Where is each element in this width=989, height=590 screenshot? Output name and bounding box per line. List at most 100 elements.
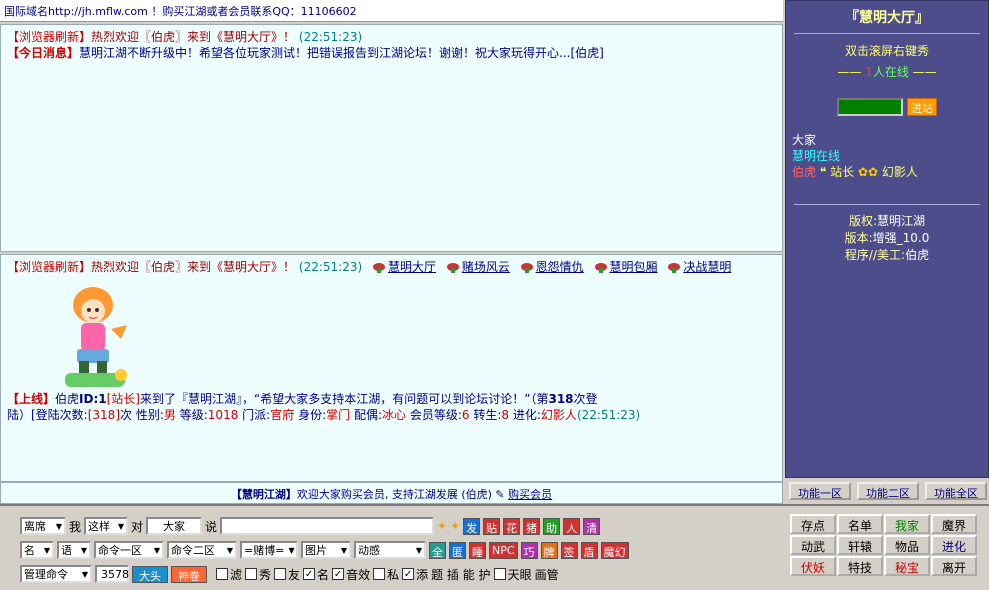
card-button[interactable]: 牌	[540, 541, 558, 559]
user-list-item-online[interactable]: 慧明在线	[792, 148, 988, 164]
mode-select[interactable]: 离席 ▼	[20, 517, 66, 535]
room-link-feud[interactable]: 恩怨情仇	[536, 260, 584, 274]
message-input[interactable]	[220, 517, 435, 535]
chat-text: 来到了	[139, 392, 176, 406]
chat-text: 来到《慧明大厅》！	[187, 30, 296, 44]
public-chat-pane[interactable]: 【浏览器刷新】热烈欢迎〖伯虎〗来到《慧明大厅》！ (22:51:23) 【今日消…	[0, 24, 783, 252]
detail-value: 冰心	[382, 408, 407, 422]
announce-text: 欢迎大家购买会员, 支持江湖发展 (伯虎)	[296, 488, 492, 501]
send-button[interactable]: 发	[463, 517, 481, 535]
login-count: 318	[548, 392, 574, 406]
go-button[interactable]: 进站	[907, 98, 937, 116]
magic-button[interactable]: 魔幻	[600, 541, 629, 559]
demon-realm-button[interactable]: 魔界	[931, 514, 977, 534]
user-list-item-everyone[interactable]: 大家	[792, 132, 988, 148]
fight-button[interactable]: 动武	[790, 535, 836, 555]
big-head-button[interactable]: 大头	[132, 565, 168, 583]
room-link-casino[interactable]: 赌场风云	[462, 260, 510, 274]
buy-vip-link[interactable]: 购买会员	[508, 488, 552, 501]
all-button[interactable]: 全	[429, 541, 446, 559]
user-list: 大家 慧明在线 伯虎 ❝ 站长 ✿✿ 幻影人	[786, 132, 988, 180]
paste-button[interactable]: 贴	[483, 517, 501, 535]
my-home-button[interactable]: 我家	[884, 514, 930, 534]
flower-button[interactable]: 花	[503, 517, 521, 535]
command2-select[interactable]: 命令二区 ▼	[167, 541, 237, 559]
help-button[interactable]: 助	[543, 517, 561, 535]
command-grid: 存点 名单 我家 魔界 动武 轩辕 物品 进化 伏妖 特技 秘宝 离开	[785, 504, 989, 590]
sleep-button[interactable]: 睡	[469, 541, 486, 559]
login-quote: ，“希望大家多支持本江湖，有问题可以到论坛讨论！”	[242, 392, 531, 406]
room-input[interactable]	[837, 98, 903, 116]
detail-label: 进化:	[512, 408, 541, 422]
user-name[interactable]: 伯虎	[55, 392, 79, 406]
image-select[interactable]: 图片 ▼	[301, 541, 351, 559]
pig-button[interactable]: 猪	[523, 517, 541, 535]
copyright-value: 慧明江湖	[877, 214, 926, 228]
room-chat-pane[interactable]: 【浏览器刷新】热烈欢迎〖伯虎〗来到《慧明大厅》！ (22:51:23) 慧明大厅…	[0, 254, 783, 482]
tab-function-1[interactable]: 功能一区	[789, 482, 851, 500]
skill-button[interactable]: 巧	[520, 541, 538, 559]
number-field[interactable]: 3578	[95, 565, 129, 583]
color-select[interactable]: 名 ▼	[20, 541, 54, 559]
shield-button[interactable]: 盾	[580, 541, 598, 559]
action-select[interactable]: 这样 ▼	[84, 517, 129, 535]
clear-button[interactable]: 清	[583, 517, 601, 535]
chat-line: 【浏览器刷新】热烈欢迎〖伯虎〗来到《慧明大厅》！ (22:51:23)	[7, 29, 776, 45]
user-list-item[interactable]: 伯虎 ❝ 站长 ✿✿ 幻影人	[792, 164, 988, 180]
user-id: ID:1	[79, 392, 107, 406]
show-checkbox[interactable]: 秀	[245, 566, 271, 583]
room-link-battle[interactable]: 决战慧明	[683, 260, 731, 274]
user-name[interactable]: 〖伯虎〗	[139, 260, 187, 274]
detail-value: 掌门	[326, 408, 351, 422]
subdue-demon-button[interactable]: 伏妖	[790, 556, 836, 576]
magic-scroll-button[interactable]: 神卷	[171, 565, 207, 583]
animation-select[interactable]: 动感 ▼	[354, 541, 426, 559]
sound-checkbox[interactable]: ✓ 音效	[332, 566, 370, 583]
login-tag: 【上线】	[7, 392, 56, 406]
chat-text: 热烈欢迎	[91, 260, 140, 274]
npc-button[interactable]: NPC	[489, 541, 518, 559]
command-row: 名 ▼ 语 ▼ 命令一区 ▼ 命令二区 ▼ =赌博= ▼ 图片 ▼ 动感 ▼ 全 匿 睡 NP…	[20, 540, 629, 560]
anonymous-button[interactable]: 匿	[449, 541, 466, 559]
people-button[interactable]: 人	[563, 517, 581, 535]
prev-icon[interactable]: ✦	[437, 519, 447, 533]
gamble-select[interactable]: =赌博= ▼	[240, 541, 298, 559]
admin-select[interactable]: 管理命令 ▼	[20, 565, 92, 583]
items-button[interactable]: 物品	[884, 535, 930, 555]
speech-select[interactable]: 语 ▼	[57, 541, 91, 559]
next-icon[interactable]: ✦	[450, 519, 460, 533]
sign-button[interactable]: 签	[560, 541, 578, 559]
save-point-button[interactable]: 存点	[790, 514, 836, 534]
draw-manage-label[interactable]: 画管	[535, 566, 559, 583]
tab-function-2[interactable]: 功能二区	[857, 482, 919, 500]
friend-checkbox[interactable]: 友	[274, 566, 300, 583]
character-avatar	[65, 287, 127, 387]
treasure-button[interactable]: 秘宝	[884, 556, 930, 576]
name-checkbox[interactable]: ✓ 名	[303, 566, 329, 583]
mushroom-icon	[667, 262, 681, 274]
command1-select[interactable]: 命令一区 ▼	[94, 541, 164, 559]
filter-checkbox[interactable]: 滤	[216, 566, 242, 583]
me-label: 我	[69, 519, 82, 534]
special-skill-button[interactable]: 特技	[837, 556, 883, 576]
news-text: 慧明江湖不断升级中！希望各位玩家测试！把错误报告到江湖论坛！谢谢！祝大家玩得开心…	[79, 46, 604, 60]
add-checkbox[interactable]: ✓ 添	[402, 566, 428, 583]
detail-label: 陆）[登陆次数:	[7, 408, 88, 422]
private-checkbox[interactable]: 私	[373, 566, 399, 583]
scroll-hint: 双击滚屏右键秀	[844, 44, 929, 58]
evolve-button[interactable]: 进化	[931, 535, 977, 555]
leave-button[interactable]: 离开	[931, 556, 977, 576]
user-name[interactable]: 伯虎	[792, 165, 816, 179]
roster-button[interactable]: 名单	[837, 514, 883, 534]
room-link-hall[interactable]: 慧明大厅	[388, 260, 436, 274]
tab-function-all[interactable]: 功能全区	[925, 482, 987, 500]
target-field[interactable]: 大家	[146, 517, 203, 535]
xuanyuan-button[interactable]: 轩辕	[837, 535, 883, 555]
room-link-private[interactable]: 慧明包厢	[610, 260, 658, 274]
sky-eye-checkbox[interactable]: 天眼	[493, 566, 532, 583]
timestamp: (22:51:23)	[298, 260, 363, 274]
divider	[794, 33, 980, 34]
user-name[interactable]: 〖伯虎〗	[139, 30, 187, 44]
place-name: 『慧明江湖』	[176, 392, 243, 406]
detail-label: 配偶:	[353, 408, 382, 422]
